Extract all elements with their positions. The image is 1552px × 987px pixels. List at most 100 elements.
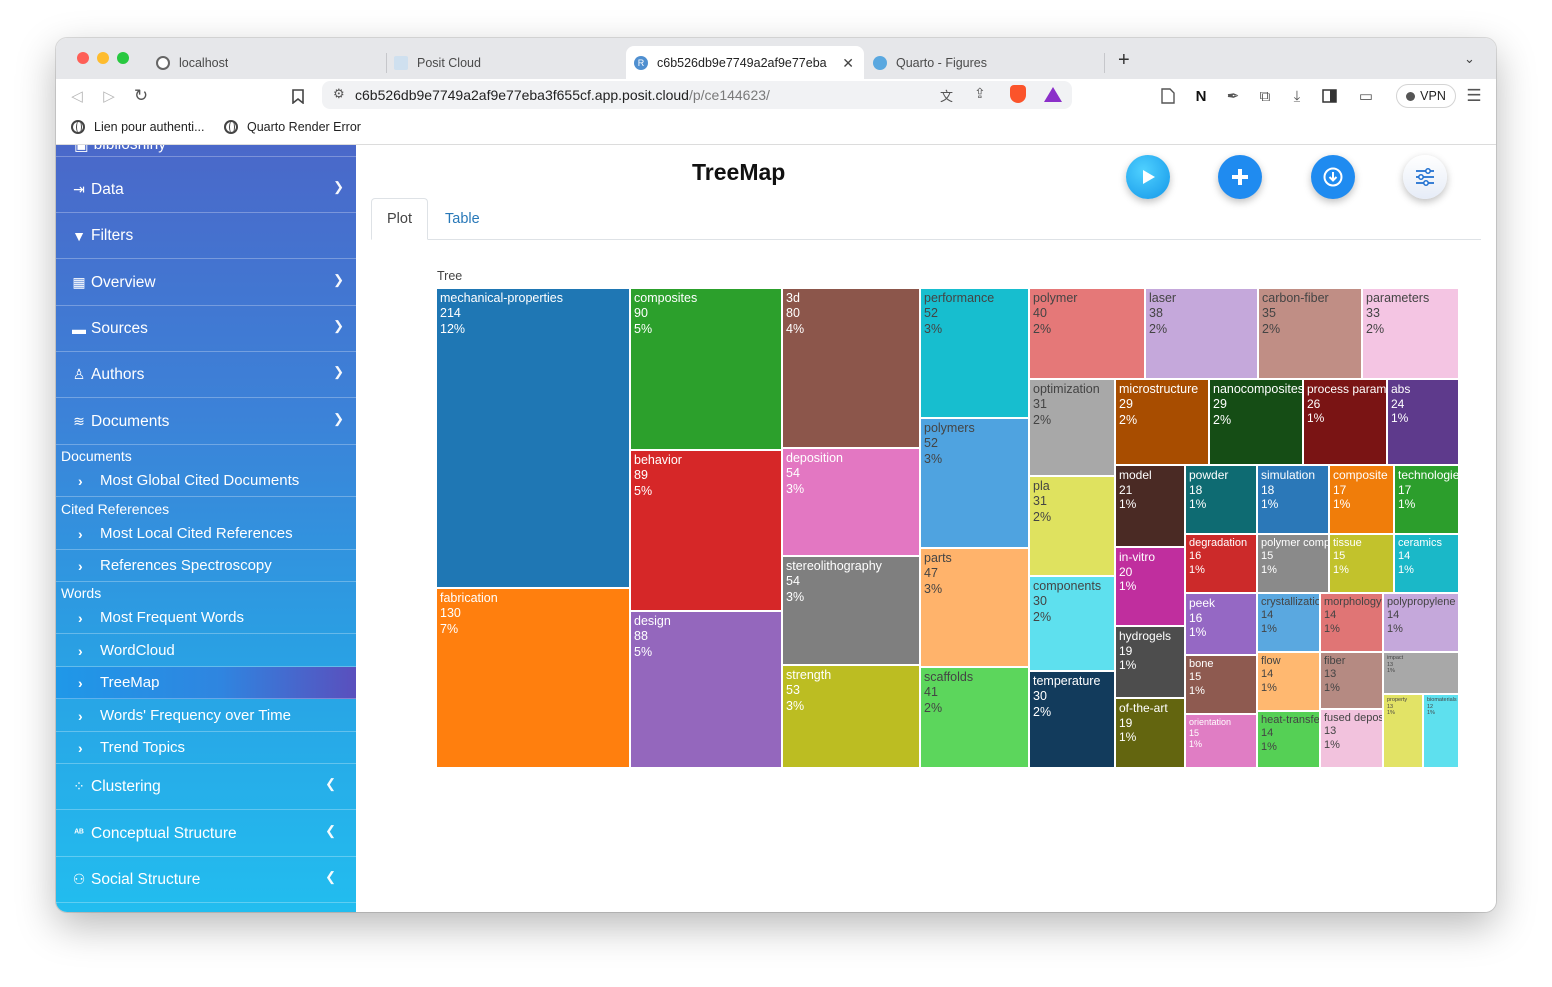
sidebar-item-filters[interactable]: ▼ Filters bbox=[56, 213, 356, 259]
extensions-icon[interactable]: ⧉ bbox=[1254, 85, 1276, 107]
treemap-cell-abs[interactable]: abs 24 1% bbox=[1387, 379, 1459, 465]
treemap-cell-technologies[interactable]: technologies 17 1% bbox=[1394, 465, 1459, 534]
treemap-cell-of-the-art[interactable]: of-the-art 19 1% bbox=[1115, 698, 1185, 768]
treemap-cell-flow[interactable]: flow 14 1% bbox=[1257, 652, 1320, 711]
new-tab-button[interactable]: + bbox=[1118, 49, 1130, 72]
treemap-cell-polymer[interactable]: polymer 40 2% bbox=[1029, 288, 1145, 379]
sidebar-item-biblioshiny[interactable]: ▣ biblioshiny bbox=[56, 145, 356, 157]
treemap-cell-crystallization[interactable]: crystallization141% bbox=[1257, 593, 1320, 652]
treemap-cell-fabrication[interactable]: fabrication 130 7% bbox=[436, 588, 630, 768]
treemap-cell-design[interactable]: design 88 5% bbox=[630, 611, 782, 768]
treemap-cell-components[interactable]: components 30 2% bbox=[1029, 576, 1115, 671]
sidebar-sub-trend-topics[interactable]: › Trend Topics bbox=[56, 732, 356, 764]
tab-plot[interactable]: Plot bbox=[371, 198, 428, 240]
treemap-cell-model[interactable]: model 21 1% bbox=[1115, 465, 1185, 547]
treemap-cell-morphology[interactable]: morphology 14 1% bbox=[1320, 593, 1383, 652]
treemap-cell-impact[interactable]: impact 13 1% bbox=[1383, 652, 1459, 694]
browser-tab-posit-cloud[interactable]: Posit Cloud bbox=[394, 46, 619, 79]
treemap-cell-deposition[interactable]: deposition 54 3% bbox=[782, 448, 920, 556]
download-button[interactable] bbox=[1311, 155, 1355, 199]
treemap-cell-heat-transfer[interactable]: heat-transfer 14 1% bbox=[1257, 711, 1320, 768]
sidebar-sub-wordcloud[interactable]: › WordCloud bbox=[56, 635, 356, 667]
tab-table[interactable]: Table bbox=[430, 198, 495, 240]
treemap-cell-tissue[interactable]: tissue 15 1% bbox=[1329, 534, 1394, 593]
reload-icon[interactable]: ↻ bbox=[130, 85, 152, 107]
menu-icon[interactable]: ☰ bbox=[1463, 85, 1485, 107]
treemap-cell-ceramics[interactable]: ceramics 14 1% bbox=[1394, 534, 1459, 593]
site-settings-icon[interactable]: ⚙ bbox=[333, 86, 345, 102]
treemap-cell-strength[interactable]: strength 53 3% bbox=[782, 665, 920, 768]
treemap-cell-simulation[interactable]: simulation 18 1% bbox=[1257, 465, 1329, 534]
sidebar-item-overview[interactable]: ▦ Overview ❯ bbox=[56, 260, 356, 306]
sidebar-item-clustering[interactable]: ⁘ Clustering ❮ bbox=[56, 764, 356, 810]
treemap-cell-peek[interactable]: peek 16 1% bbox=[1185, 593, 1257, 655]
treemap-cell-laser[interactable]: laser 38 2% bbox=[1145, 288, 1258, 379]
close-window-button[interactable] bbox=[77, 52, 89, 64]
treemap-cell-parts[interactable]: parts 47 3% bbox=[920, 548, 1029, 667]
sidebar-sub-words-frequency-over-time[interactable]: › Words' Frequency over Time bbox=[56, 700, 356, 732]
sidebar-item-documents[interactable]: ≋ Documents ❯ bbox=[56, 399, 356, 445]
treemap-cell-orientation[interactable]: orientation 15 1% bbox=[1185, 714, 1257, 768]
sidebar-sub-most-local-cited-references[interactable]: › Most Local Cited References bbox=[56, 518, 356, 550]
treemap-cell-polymers[interactable]: polymers 52 3% bbox=[920, 418, 1029, 548]
options-button[interactable] bbox=[1403, 155, 1447, 199]
address-bar[interactable]: ⚙ c6b526db9e7749a2af9e77eba3f655cf.app.p… bbox=[322, 81, 1072, 109]
reader-icon[interactable] bbox=[1157, 85, 1179, 107]
back-icon[interactable]: ◁ bbox=[66, 85, 88, 107]
treemap-cell-fused-deposition[interactable]: fused deposition131% bbox=[1320, 709, 1383, 768]
sidebar-sub-references-spectroscopy[interactable]: › References Spectroscopy bbox=[56, 550, 356, 582]
treemap-cell-temperature[interactable]: temperature 30 2% bbox=[1029, 671, 1115, 768]
browser-tab-quarto[interactable]: Quarto - Figures bbox=[873, 46, 1098, 79]
sidebar-item-sources[interactable]: ▬ Sources ❯ bbox=[56, 306, 356, 352]
treemap-cell-carbon-fiber[interactable]: carbon-fiber 35 2% bbox=[1258, 288, 1362, 379]
treemap-cell-microstructure[interactable]: microstructure 29 2% bbox=[1115, 379, 1209, 465]
tab-list-chevron-icon[interactable]: ⌄ bbox=[1464, 51, 1475, 67]
bookmark-quarto-render-error[interactable]: Quarto Render Error bbox=[224, 120, 361, 134]
add-button[interactable] bbox=[1218, 155, 1262, 199]
sidebar-sub-most-frequent-words[interactable]: › Most Frequent Words bbox=[56, 602, 356, 634]
run-button[interactable] bbox=[1126, 155, 1170, 199]
sidebar-sub-most-global-cited-documents[interactable]: › Most Global Cited Documents bbox=[56, 465, 356, 497]
treemap-cell-nanocomposites[interactable]: nanocomposites 29 2% bbox=[1209, 379, 1303, 465]
forward-icon[interactable]: ▷ bbox=[98, 85, 120, 107]
sidebar-item-social-structure[interactable]: ⚇ Social Structure ❮ bbox=[56, 857, 356, 903]
treemap-cell-property[interactable]: property 13 1% bbox=[1383, 694, 1423, 768]
brave-shield-icon[interactable] bbox=[1010, 85, 1026, 103]
bookmark-lien[interactable]: Lien pour authenti... bbox=[71, 120, 205, 134]
notion-icon[interactable]: N bbox=[1190, 85, 1212, 107]
share-icon[interactable]: ⇪ bbox=[974, 85, 986, 102]
treemap-cell-in-vitro[interactable]: in-vitro 20 1% bbox=[1115, 547, 1185, 626]
brave-rewards-icon[interactable] bbox=[1044, 87, 1062, 102]
treemap-cell-pla[interactable]: pla 31 2% bbox=[1029, 476, 1115, 576]
treemap-cell-process-parameters[interactable]: process parameters261% bbox=[1303, 379, 1387, 465]
eyedropper-icon[interactable]: ✒ bbox=[1222, 85, 1244, 107]
sidebar-toggle-icon[interactable] bbox=[1318, 85, 1340, 107]
treemap-cell-parameters[interactable]: parameters 33 2% bbox=[1362, 288, 1459, 379]
treemap-cell-scaffolds[interactable]: scaffolds 41 2% bbox=[920, 667, 1029, 768]
wallet-icon[interactable]: ▭ bbox=[1355, 85, 1377, 107]
browser-tab-active[interactable]: R c6b526db9e7749a2af9e77eba ✕ bbox=[626, 46, 864, 79]
treemap-cell-powder[interactable]: powder 18 1% bbox=[1185, 465, 1257, 534]
treemap-cell-composite[interactable]: composite 17 1% bbox=[1329, 465, 1394, 534]
download-icon[interactable]: ⤓ bbox=[1286, 85, 1308, 107]
close-tab-icon[interactable]: ✕ bbox=[842, 55, 854, 72]
treemap-cell-composites[interactable]: composites 90 5% bbox=[630, 288, 782, 450]
sidebar-item-authors[interactable]: ♙ Authors ❯ bbox=[56, 352, 356, 398]
treemap-cell-hydrogels[interactable]: hydrogels 19 1% bbox=[1115, 626, 1185, 698]
treemap-cell-degradation[interactable]: degradation 16 1% bbox=[1185, 534, 1257, 593]
bookmark-icon[interactable] bbox=[287, 85, 309, 107]
treemap-chart[interactable]: mechanical-properties 214 12% fabrication 13… bbox=[436, 288, 1467, 772]
treemap-cell-polymer-composites[interactable]: polymer composites151% bbox=[1257, 534, 1329, 593]
sidebar-sub-treemap[interactable]: › TreeMap bbox=[56, 667, 356, 699]
treemap-cell-biomaterials[interactable]: biomaterials 12 1% bbox=[1423, 694, 1459, 768]
sidebar-item-data[interactable]: ⇥ Data ❯ bbox=[56, 167, 356, 213]
translate-icon[interactable]: 文 bbox=[940, 86, 953, 105]
treemap-cell-mechanical-properties[interactable]: mechanical-properties 214 12% bbox=[436, 288, 630, 588]
zoom-window-button[interactable] bbox=[117, 52, 129, 64]
treemap-cell-fiber[interactable]: fiber 13 1% bbox=[1320, 652, 1383, 709]
treemap-cell-optimization[interactable]: optimization 31 2% bbox=[1029, 379, 1115, 476]
vpn-button[interactable]: VPN bbox=[1396, 84, 1456, 108]
sidebar-item-conceptual-structure[interactable]: ᴬᴮ Conceptual Structure ❮ bbox=[56, 811, 356, 857]
treemap-cell-bone[interactable]: bone 15 1% bbox=[1185, 655, 1257, 714]
treemap-cell-behavior[interactable]: behavior 89 5% bbox=[630, 450, 782, 611]
